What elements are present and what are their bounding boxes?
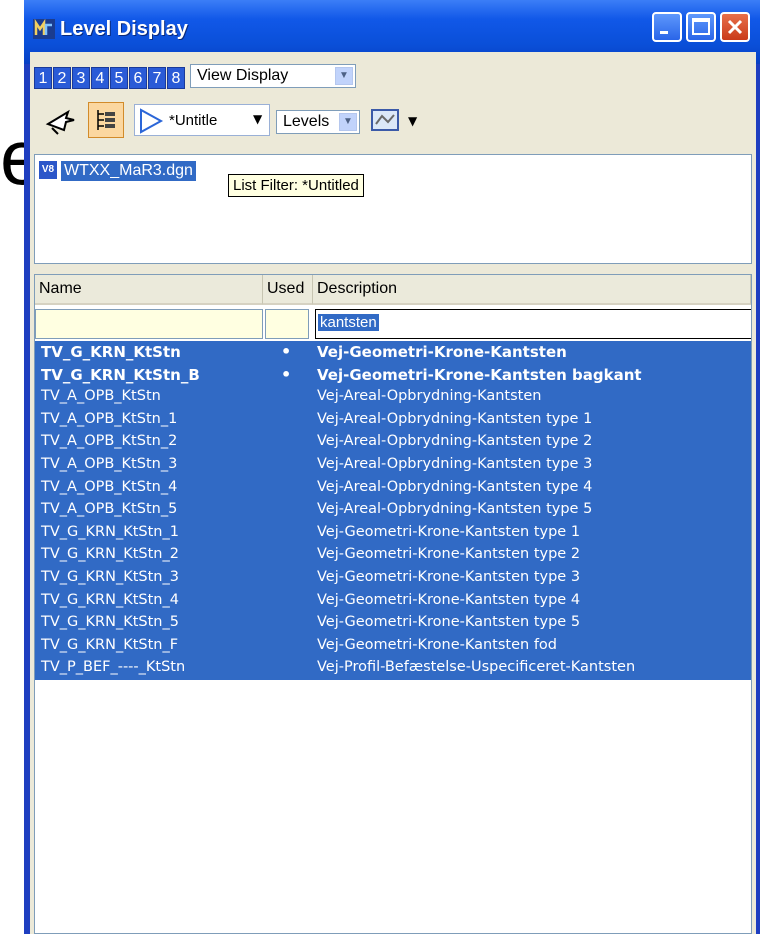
level-table[interactable]: Name Used Description kantsten TV_G_KRN_… [34, 274, 752, 934]
level-name: TV_P_BEF_----_KtStn [41, 659, 186, 676]
level-used-indicator: • [281, 342, 292, 361]
level-name: TV_G_KRN_KtStn_1 [41, 523, 179, 540]
table-row[interactable]: TV_A_OPB_KtStn_4 Vej-Areal-Opbrydning-Kan… [35, 477, 751, 500]
table-row[interactable]: TV_G_KRN_KtStn_2 Vej-Geometri-Krone-Kants… [35, 544, 751, 567]
level-name: TV_G_KRN_KtStn_F [41, 636, 179, 653]
level-list-button[interactable] [88, 102, 124, 138]
table-row[interactable]: TV_G_KRN_KtStn_3 Vej-Geometri-Krone-Kants… [35, 567, 751, 590]
select-pointer-button[interactable] [44, 104, 78, 138]
dropdown-arrow-icon: ▼ [408, 114, 418, 128]
levels-value: Levels [283, 113, 330, 130]
view-7-button[interactable]: 7 [148, 67, 166, 89]
select-pointer-icon [45, 109, 75, 135]
filter-value: *Untitle [169, 112, 218, 129]
chevron-down-icon: ▼ [339, 113, 357, 131]
level-name: TV_A_OPB_KtStn_1 [41, 410, 178, 427]
levels-select[interactable]: Levels ▼ [276, 110, 360, 134]
level-name: TV_G_KRN_KtStn_5 [41, 614, 179, 631]
level-name: TV_G_KRN_KtStn_4 [41, 591, 179, 608]
window-client: 1 2 3 4 5 6 7 8 View Display ▼ *Untitle … [30, 52, 756, 934]
level-filter-dropdown[interactable]: *Untitle ▼ [134, 104, 270, 136]
level-manager-icon [371, 109, 399, 131]
close-button[interactable] [720, 12, 750, 42]
file-list-pane[interactable]: V8 WTXX_MaR3.dgn [34, 154, 752, 264]
level-used-indicator: • [281, 364, 292, 384]
level-display-window: Level Display 1 2 3 4 5 6 7 8 View Displ… [24, 0, 760, 934]
level-description: Vej-Areal-Opbrydning-Kantsten [317, 388, 542, 405]
level-name: TV_A_OPB_KtStn_3 [41, 455, 178, 472]
close-icon [727, 19, 743, 35]
window-title: Level Display [60, 18, 188, 40]
column-header-used[interactable]: Used [263, 275, 313, 305]
level-description: Vej-Geometri-Krone-Kantsten type 3 [317, 568, 581, 585]
level-name: TV_A_OPB_KtStn_4 [41, 478, 178, 495]
table-row[interactable]: TV_G_KRN_KtStn_1 Vej-Geometri-Krone-Kants… [35, 522, 751, 545]
used-filter-input[interactable] [265, 309, 309, 339]
view-3-button[interactable]: 3 [72, 67, 90, 89]
level-description: Vej-Areal-Opbrydning-Kantsten type 4 [317, 478, 593, 495]
table-row[interactable]: TV_A_OPB_KtStn_2 Vej-Areal-Opbrydning-Kan… [35, 431, 751, 454]
table-row[interactable]: TV_A_OPB_KtStn_3 Vej-Areal-Opbrydning-Kan… [35, 454, 751, 477]
level-description: Vej-Geometri-Krone-Kantsten type 5 [317, 614, 581, 631]
chevron-down-icon: ▼ [253, 112, 263, 126]
level-name: TV_G_KRN_KtStn_B [41, 365, 200, 384]
level-name: TV_G_KRN_KtStn_2 [41, 546, 179, 563]
table-row[interactable]: TV_G_KRN_KtStn_4 Vej-Geometri-Krone-Kants… [35, 590, 751, 613]
table-row[interactable]: TV_P_BEF_----_KtStn Vej-Profil-Befæstelse… [35, 657, 751, 680]
view-8-button[interactable]: 8 [167, 67, 185, 89]
name-filter-input[interactable] [35, 309, 263, 339]
level-description: Vej-Areal-Opbrydning-Kantsten type 2 [317, 433, 593, 450]
level-description: Vej-Profil-Befæstelse-Uspecificeret-Kant… [317, 659, 636, 676]
table-row[interactable]: TV_G_KRN_KtStn_B • Vej-Geometri-Krone-Kant… [35, 364, 751, 387]
table-row[interactable]: TV_G_KRN_KtStn • Vej-Geometri-Krone-Kantst… [35, 341, 751, 364]
level-name: TV_G_KRN_KtStn_3 [41, 568, 179, 585]
view-2-button[interactable]: 2 [53, 67, 71, 89]
view-display-value: View Display [197, 67, 289, 84]
level-description: Vej-Areal-Opbrydning-Kantsten type 1 [317, 410, 593, 427]
table-row[interactable]: TV_A_OPB_KtStn Vej-Areal-Opbrydning-Kants… [35, 386, 751, 409]
more-options-dropdown[interactable]: ▼ [408, 114, 422, 128]
filter-icon [140, 108, 164, 134]
filter-tooltip: List Filter: *Untitled [228, 174, 364, 197]
description-filter-input[interactable]: kantsten [315, 309, 751, 339]
view-6-button[interactable]: 6 [129, 67, 147, 89]
table-row[interactable]: TV_A_OPB_KtStn_5 Vej-Areal-Opbrydning-Kan… [35, 499, 751, 522]
chevron-down-icon: ▼ [335, 67, 353, 85]
level-list-icon [97, 110, 115, 130]
level-description: Vej-Geometri-Krone-Kantsten bagkant [317, 365, 642, 384]
level-name: TV_G_KRN_KtStn [41, 343, 181, 361]
level-rows: TV_G_KRN_KtStn • Vej-Geometri-Krone-Kantst… [35, 341, 751, 680]
minimize-button[interactable] [652, 12, 682, 42]
view-1-button[interactable]: 1 [34, 67, 52, 89]
table-row[interactable]: TV_G_KRN_KtStn_5 Vej-Geometri-Krone-Kants… [35, 612, 751, 635]
file-name[interactable]: WTXX_MaR3.dgn [61, 161, 196, 181]
level-manager-button[interactable] [370, 106, 402, 134]
v8-file-icon: V8 [39, 161, 57, 179]
table-row[interactable]: TV_G_KRN_KtStn_F Vej-Geometri-Krone-Kants… [35, 635, 751, 658]
level-description: Vej-Geometri-Krone-Kantsten fod [317, 636, 558, 653]
level-description: Vej-Geometri-Krone-Kantsten type 1 [317, 523, 581, 540]
microstation-icon [33, 18, 55, 39]
description-filter-value: kantsten [318, 314, 379, 331]
table-row[interactable]: TV_A_OPB_KtStn_1 Vej-Areal-Opbrydning-Kan… [35, 409, 751, 432]
view-5-button[interactable]: 5 [110, 67, 128, 89]
view-4-button[interactable]: 4 [91, 67, 109, 89]
level-description: Vej-Geometri-Krone-Kantsten type 2 [317, 546, 581, 563]
level-name: TV_A_OPB_KtStn_5 [41, 501, 178, 518]
level-name: TV_A_OPB_KtStn [41, 388, 161, 405]
level-description: Vej-Areal-Opbrydning-Kantsten type 3 [317, 455, 593, 472]
minimize-icon [660, 31, 668, 34]
maximize-icon [692, 18, 710, 35]
level-description: Vej-Geometri-Krone-Kantsten type 4 [317, 591, 581, 608]
level-description: Vej-Areal-Opbrydning-Kantsten type 5 [317, 501, 593, 518]
column-header-description[interactable]: Description [313, 275, 751, 305]
column-header-name[interactable]: Name [35, 275, 263, 305]
level-description: Vej-Geometri-Krone-Kantsten [317, 343, 567, 361]
level-name: TV_A_OPB_KtStn_2 [41, 433, 178, 450]
maximize-button[interactable] [686, 12, 716, 42]
view-display-select[interactable]: View Display ▼ [190, 64, 356, 88]
